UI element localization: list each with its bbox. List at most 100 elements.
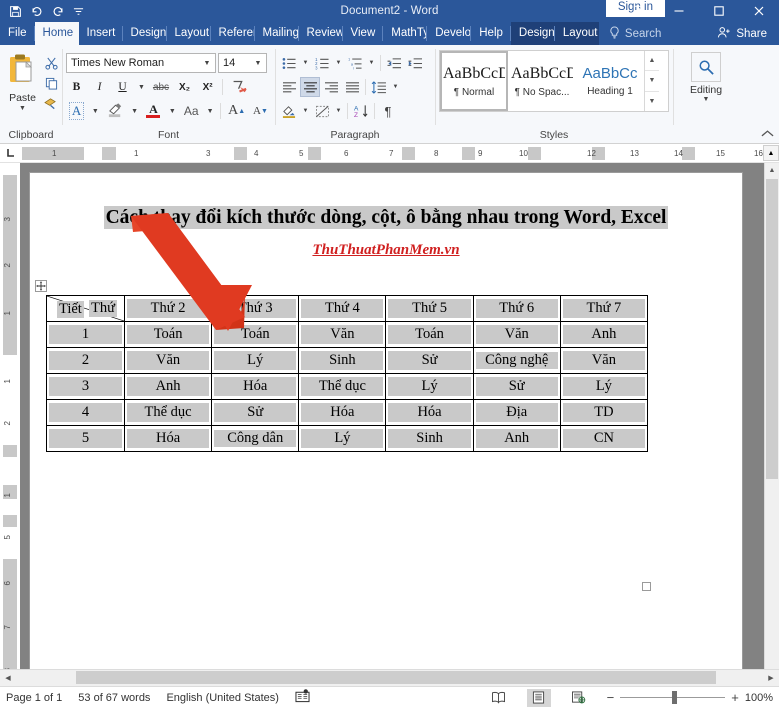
font-color-dropdown-icon[interactable]: ▼ xyxy=(166,101,179,122)
print-layout-button[interactable] xyxy=(526,688,551,707)
grow-font-button[interactable]: A ▲ xyxy=(225,101,248,122)
tab-file[interactable]: File xyxy=(0,22,35,45)
chevron-down-icon[interactable]: ▼ xyxy=(19,105,26,112)
bold-button[interactable]: B xyxy=(66,77,87,98)
bullets-button[interactable] xyxy=(279,53,299,73)
table-cell[interactable]: Văn xyxy=(559,347,649,374)
table-header-cell[interactable]: Thứ 7 xyxy=(559,295,649,322)
shading-button[interactable] xyxy=(279,101,299,121)
clear-formatting-button[interactable] xyxy=(227,77,251,98)
borders-dropdown-icon[interactable]: ▼ xyxy=(333,101,344,121)
numbering-button[interactable]: 123 xyxy=(312,53,332,73)
chevron-down-icon[interactable]: ▼ xyxy=(703,96,710,103)
vertical-scrollbar[interactable]: ▲ xyxy=(764,163,779,669)
styles-scroll-up-icon[interactable]: ▲ xyxy=(645,51,659,72)
zoom-slider-thumb[interactable] xyxy=(672,691,678,704)
shrink-font-button[interactable]: A ▼ xyxy=(250,101,271,122)
table-cell[interactable]: Lý xyxy=(385,373,474,400)
zoom-in-button[interactable]: + xyxy=(731,690,739,705)
decrease-indent-button[interactable] xyxy=(384,53,404,73)
multilevel-list-button[interactable]: 1ai xyxy=(345,53,365,73)
paste-button[interactable]: Paste ▼ xyxy=(3,52,43,127)
show-formatting-button[interactable]: ¶ xyxy=(378,101,398,121)
text-highlight-button[interactable] xyxy=(104,101,127,122)
style-heading-1[interactable]: AaBbCc Heading 1 xyxy=(576,51,644,111)
align-left-button[interactable] xyxy=(279,77,299,97)
multilevel-dropdown-icon[interactable]: ▼ xyxy=(366,53,377,73)
horizontal-scrollbar[interactable]: ◀ ▶ xyxy=(0,669,779,686)
table-cell[interactable]: Sử xyxy=(211,399,300,426)
subscript-button[interactable]: X₂ xyxy=(174,77,195,98)
text-effects-button[interactable]: A xyxy=(66,101,87,122)
table-cell[interactable]: Sử xyxy=(385,347,474,374)
period-cell[interactable]: 4 xyxy=(46,399,125,426)
shading-dropdown-icon[interactable]: ▼ xyxy=(300,101,311,121)
page-indicator[interactable]: Page 1 of 1 xyxy=(6,692,62,704)
undo-icon[interactable] xyxy=(27,2,46,21)
table-move-handle-icon[interactable] xyxy=(35,280,47,292)
table-cell[interactable]: Anh xyxy=(472,425,561,452)
document-canvas[interactable]: Cách thay đổi kích thước dòng, cột, ô bằ… xyxy=(20,163,764,669)
tab-table-design[interactable]: Design xyxy=(510,22,555,45)
table-header-cell[interactable]: Thứ 5 xyxy=(385,295,474,322)
table-cell[interactable]: Lý xyxy=(211,347,300,374)
hscroll-track[interactable] xyxy=(16,670,763,686)
line-spacing-dropdown-icon[interactable]: ▼ xyxy=(390,77,401,97)
table-cell[interactable]: Anh xyxy=(123,373,213,400)
tab-home[interactable]: Home xyxy=(34,22,79,45)
chevron-down-icon[interactable]: ▼ xyxy=(201,60,213,67)
scroll-thumb[interactable] xyxy=(766,179,778,479)
scroll-right-icon[interactable]: ▶ xyxy=(763,670,779,686)
sort-button[interactable]: AZ xyxy=(351,101,371,121)
tab-review[interactable]: Review xyxy=(299,22,343,45)
read-mode-button[interactable] xyxy=(487,689,511,707)
table-cell[interactable]: Hóa xyxy=(123,425,213,452)
table-cell[interactable]: Lý xyxy=(298,425,387,452)
chevron-up-icon[interactable]: ▲ xyxy=(763,145,779,161)
scroll-left-icon[interactable]: ◀ xyxy=(0,670,16,686)
table-header-cell[interactable]: Thứ 4 xyxy=(298,295,387,322)
period-cell[interactable]: 2 xyxy=(46,347,125,374)
period-cell[interactable]: 3 xyxy=(46,373,125,400)
table-corner-cell[interactable]: Thứ Tiết xyxy=(46,295,125,322)
language-indicator[interactable]: English (United States) xyxy=(166,692,279,704)
table-cell[interactable]: Toán xyxy=(385,321,474,348)
tab-insert[interactable]: Insert xyxy=(79,22,123,45)
justify-button[interactable] xyxy=(342,77,362,97)
table-cell[interactable]: Công nghệ xyxy=(472,347,561,374)
search-box[interactable]: Search xyxy=(599,22,671,45)
tab-layout[interactable]: Layout xyxy=(167,22,211,45)
borders-button[interactable] xyxy=(312,101,332,121)
table-cell[interactable]: Anh xyxy=(559,321,649,348)
zoom-level[interactable]: 100% xyxy=(745,692,773,704)
chevron-down-icon[interactable]: ▼ xyxy=(252,60,264,67)
ribbon-display-options-icon[interactable] xyxy=(619,0,659,22)
share-button[interactable]: Share xyxy=(711,22,779,45)
table-cell[interactable]: Thể dục xyxy=(298,373,387,400)
superscript-button[interactable]: X² xyxy=(197,77,218,98)
hscroll-thumb[interactable] xyxy=(76,671,716,684)
scissors-icon[interactable] xyxy=(43,55,60,72)
word-count[interactable]: 53 of 67 words xyxy=(78,692,150,704)
proofing-errors-icon[interactable] xyxy=(295,689,310,706)
table-cell[interactable]: TD xyxy=(559,399,649,426)
table-cell[interactable]: Thể dục xyxy=(123,399,213,426)
zoom-slider[interactable] xyxy=(620,691,726,704)
styles-scroll-down-icon[interactable]: ▼ xyxy=(645,71,659,92)
highlight-dropdown-icon[interactable]: ▼ xyxy=(128,101,141,122)
strikethrough-button[interactable]: abc xyxy=(150,77,172,98)
redo-icon[interactable] xyxy=(48,2,67,21)
left-tab-stop-icon[interactable] xyxy=(0,144,22,162)
zoom-control[interactable]: − + 100% xyxy=(607,690,773,705)
table-header-cell[interactable]: Thứ 3 xyxy=(211,295,300,322)
style-no-spacing[interactable]: AaBbCcDc ¶ No Spac... xyxy=(508,51,576,111)
period-cell[interactable]: 1 xyxy=(46,321,125,348)
underline-button[interactable]: U xyxy=(112,77,133,98)
copy-icon[interactable] xyxy=(43,75,60,92)
minimize-icon[interactable] xyxy=(659,0,699,22)
font-name-combo[interactable]: Times New Roman ▼ xyxy=(66,53,216,73)
table-cell[interactable]: Sử xyxy=(472,373,561,400)
change-case-button[interactable]: Aa xyxy=(181,101,202,122)
align-center-button[interactable] xyxy=(300,77,320,97)
style-normal[interactable]: AaBbCcDc ¶ Normal xyxy=(440,51,508,111)
